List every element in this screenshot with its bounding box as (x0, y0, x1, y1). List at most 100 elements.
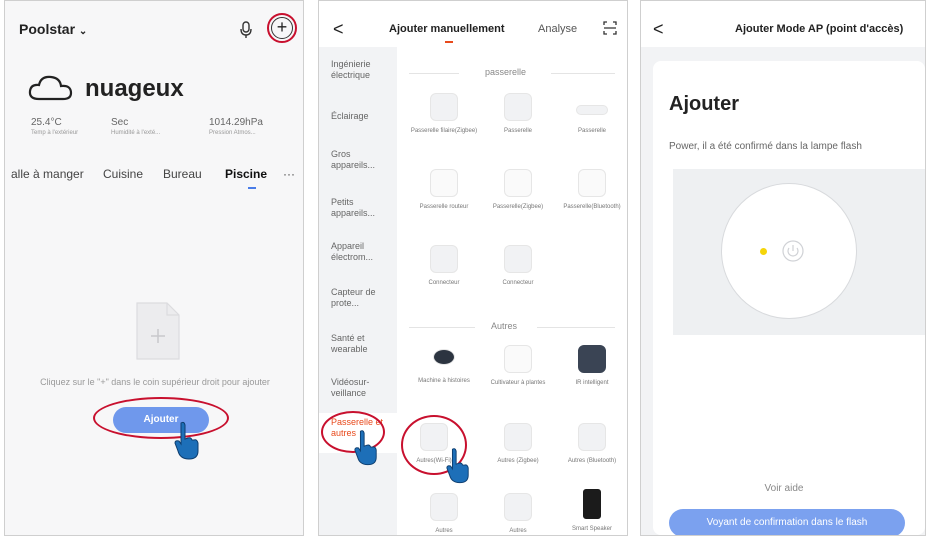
device-story-machine[interactable]: Machine à histoires (409, 341, 479, 385)
device-wired-gateway[interactable]: Passerelle filaire(Zigbee) (409, 93, 479, 135)
sidebar-item-video[interactable]: Vidéosur-veillance (331, 377, 393, 399)
card-title: Ajouter (669, 93, 739, 115)
stat-label: Temp à l'extérieur (31, 130, 79, 136)
page-title: Ajouter Mode AP (point d'accès) (735, 23, 904, 35)
tab-add-manually[interactable]: Ajouter manuellement (389, 23, 505, 35)
home-selector[interactable]: Poolstar ⌄ (19, 21, 87, 37)
device-gateway[interactable]: Passerelle (483, 93, 553, 135)
sidebar-item-electronics[interactable]: Appareil électrom... (331, 241, 393, 263)
stat-pressure: 1014.29hPa Pression Atmos... (209, 117, 299, 136)
microphone-icon[interactable] (239, 21, 253, 39)
device-ir-remote[interactable]: IR intelligent (557, 345, 627, 387)
device-icon (430, 93, 458, 121)
device-icon (504, 493, 532, 521)
sidebar-item-small-appliances[interactable]: Petits appareils... (331, 197, 393, 219)
device-label: Autres (435, 528, 453, 534)
device-connector[interactable]: Connecteur (483, 245, 553, 287)
confirm-flash-button[interactable]: Voyant de confirmation dans le flash (669, 509, 905, 535)
device-label: Passerelle(Zigbee) (492, 204, 544, 210)
sidebar-item-sensors[interactable]: Capteur de prote... (331, 287, 393, 309)
device-label: Smart Speaker (571, 526, 613, 532)
device-plant-grower[interactable]: Cultivateur à plantes (483, 345, 553, 387)
sidebar-item-large-appliances[interactable]: Gros appareils... (331, 149, 393, 171)
room-tabs: alle à manger Cuisine Bureau Piscine ··· (11, 167, 299, 189)
device-label: Passerelle routeur (419, 204, 469, 210)
device-icon (504, 169, 532, 197)
device-other[interactable]: Autres (483, 493, 553, 535)
add-manually-screen: < Ajouter manuellement Analyse Ingénieri… (318, 0, 628, 536)
device-smart-speaker[interactable]: Smart Speaker (557, 489, 627, 533)
device-label: Passerelle(Bluetooth) (563, 204, 621, 210)
divider (409, 327, 475, 328)
pointing-hand-icon (354, 430, 377, 466)
highlight-circle (267, 13, 297, 43)
device-bluetooth-gateway[interactable]: Passerelle(Bluetooth) (557, 169, 627, 211)
device-connector[interactable]: Connecteur (409, 245, 479, 287)
device-label: Passerelle filaire(Zigbee) (410, 128, 478, 134)
router-icon (430, 169, 458, 197)
top-bar: < Ajouter Mode AP (point d'accès) (641, 1, 925, 47)
more-tabs-icon[interactable]: ··· (283, 167, 295, 181)
device-label: Autres (509, 528, 527, 534)
device-gateway-flat[interactable]: Passerelle (557, 93, 627, 135)
tab-dining-room[interactable]: alle à manger (11, 167, 84, 181)
chevron-down-icon: ⌄ (78, 26, 88, 37)
device-label: Connecteur (428, 280, 460, 286)
divider (551, 73, 615, 74)
sidebar-item-lighting[interactable]: Éclairage (331, 111, 393, 122)
section-title-other: Autres (491, 321, 518, 331)
tab-scan[interactable]: Analyse (538, 23, 577, 35)
device-label: Passerelle (503, 128, 532, 134)
robot-icon (433, 349, 455, 365)
power-icon (782, 240, 804, 262)
cloud-icon (28, 75, 73, 101)
device-zigbee-gateway[interactable]: Passerelle(Zigbee) (483, 169, 553, 211)
home-screen: Poolstar ⌄ + nuageux 25.4°C Temp à l'exté… (4, 0, 304, 536)
device-icon (504, 423, 532, 451)
device-label: Autres (Bluetooth) (567, 458, 617, 464)
scan-icon[interactable] (603, 21, 617, 35)
stat-value: Sec (111, 117, 129, 128)
weather-stats: 25.4°C Temp à l'extérieur Sec Humidité à l… (31, 117, 287, 147)
empty-document-icon (136, 302, 180, 360)
back-icon[interactable]: < (333, 19, 344, 40)
back-icon[interactable]: < (653, 19, 664, 40)
divider (409, 73, 459, 74)
device-other[interactable]: Autres (409, 493, 479, 535)
tab-office[interactable]: Bureau (163, 167, 202, 181)
speaker-icon (583, 489, 601, 519)
home-name: Poolstar (19, 21, 76, 37)
device-icon (578, 423, 606, 451)
stat-humidity: Sec Humidité à l'exté... (111, 117, 201, 136)
device-icon (576, 105, 608, 115)
instruction-card: Ajouter Power, il a été confirmé dans la… (653, 61, 925, 535)
stat-temperature: 25.4°C Temp à l'extérieur (31, 117, 121, 136)
empty-state-text: Cliquez sur le "+" dans le coin supérieu… (40, 377, 270, 387)
ir-remote-icon (578, 345, 606, 373)
stat-label: Humidité à l'exté... (111, 130, 161, 136)
card-description: Power, il a été confirmé dans la lampe f… (669, 141, 862, 152)
tab-pool[interactable]: Piscine (225, 167, 267, 181)
pointing-hand-icon (446, 448, 469, 484)
wifi-icon (430, 245, 458, 273)
device-icon (578, 169, 606, 197)
help-link[interactable]: Voir aide (653, 483, 915, 494)
sidebar-item-health[interactable]: Santé et wearable (331, 333, 393, 355)
lamp-illustration (673, 169, 925, 335)
sidebar-item-electrical[interactable]: Ingénierie électrique (331, 59, 393, 81)
active-tab-indicator (248, 187, 256, 189)
highlight-ellipse (93, 397, 229, 439)
device-router-gateway[interactable]: Passerelle routeur (409, 169, 479, 211)
device-label: IR intelligent (575, 380, 609, 386)
device-other-zigbee[interactable]: Autres (Zigbee) (483, 423, 553, 465)
plant-pot-icon (504, 345, 532, 373)
device-other-bluetooth[interactable]: Autres (Bluetooth) (557, 423, 627, 465)
device-icon (430, 493, 458, 521)
lamp-icon (721, 183, 857, 319)
device-icon (504, 93, 532, 121)
tab-kitchen[interactable]: Cuisine (103, 167, 143, 181)
led-indicator-icon (760, 248, 767, 255)
stat-label: Pression Atmos... (209, 130, 256, 136)
stat-value: 1014.29hPa (209, 117, 263, 128)
device-label: Passerelle (577, 128, 606, 134)
